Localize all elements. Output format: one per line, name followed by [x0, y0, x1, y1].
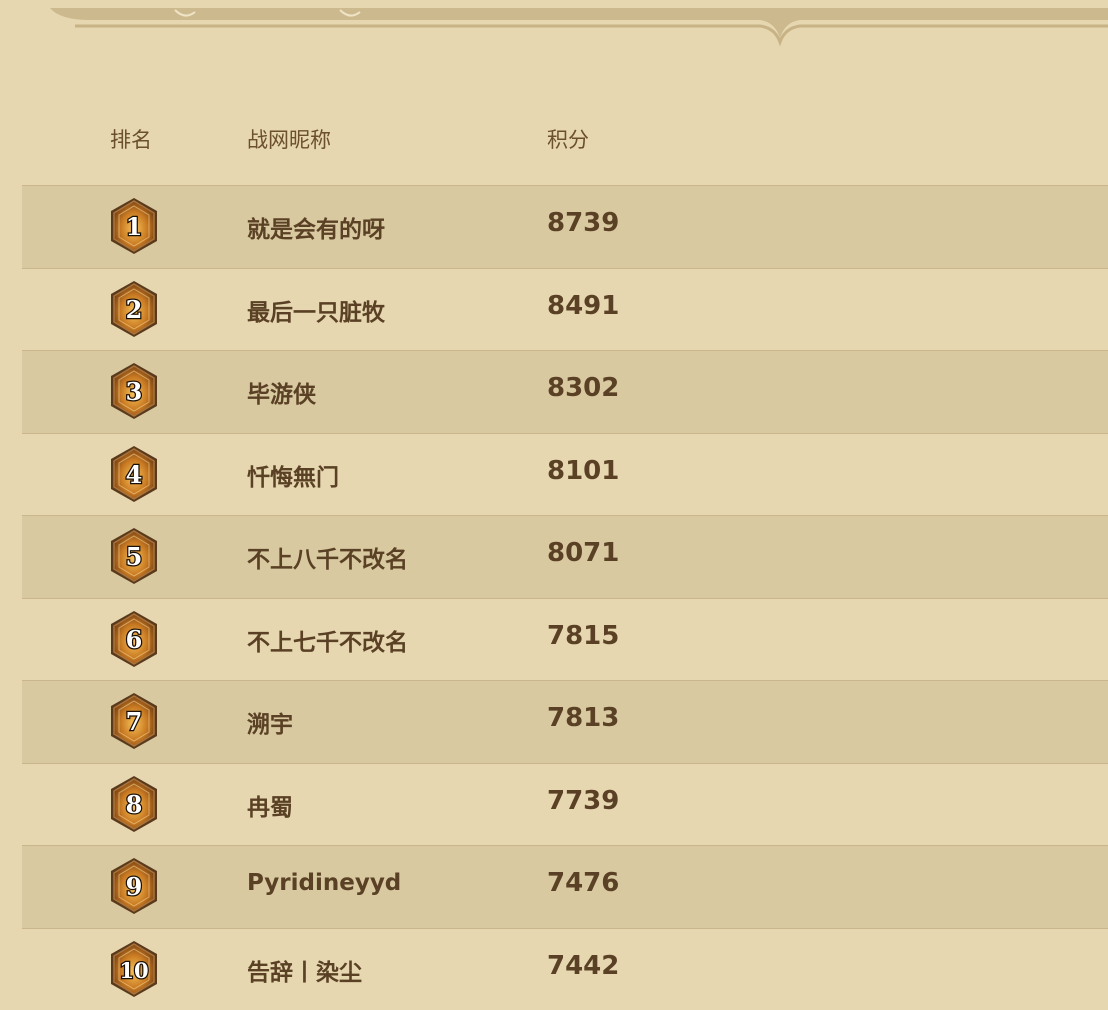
rank-badge-icon: 5	[108, 526, 160, 586]
leaderboard-table: 1 就是会有的呀 8739 2 最后一只脏牧 8491 3 毕游侠 8302 4…	[22, 185, 1108, 1010]
rank-badge-icon: 4	[108, 444, 160, 504]
player-name: 告辞丨染尘	[247, 953, 362, 987]
player-score: 7476	[547, 868, 619, 898]
table-row: 3 毕游侠 8302	[22, 350, 1108, 433]
player-name: Pyridineyyd	[247, 870, 401, 896]
table-row: 7 溯宇 7813	[22, 680, 1108, 763]
player-score: 8491	[547, 291, 619, 321]
table-row: 4 忏悔無门 8101	[22, 433, 1108, 516]
rank-number: 9	[126, 872, 143, 901]
player-score: 8739	[547, 208, 619, 238]
player-name: 忏悔無门	[247, 458, 339, 492]
player-name: 溯宇	[247, 705, 293, 739]
rank-badge-icon: 9	[108, 856, 160, 916]
decorative-top-border	[0, 0, 1108, 50]
table-row: 9 Pyridineyyd 7476	[22, 845, 1108, 928]
table-row: 5 不上八千不改名 8071	[22, 515, 1108, 598]
rank-badge-icon: 3	[108, 361, 160, 421]
score-column-header: 积分	[547, 124, 589, 154]
player-score: 7813	[547, 703, 619, 733]
player-name: 冉蜀	[247, 788, 293, 822]
rank-number: 2	[126, 295, 143, 324]
player-name: 不上七千不改名	[247, 623, 408, 657]
player-score: 8071	[547, 538, 619, 568]
table-row: 10 告辞丨染尘 7442	[22, 928, 1108, 1010]
player-name: 就是会有的呀	[247, 210, 385, 244]
table-row: 6 不上七千不改名 7815	[22, 598, 1108, 681]
rank-badge-icon: 8	[108, 774, 160, 834]
name-column-header: 战网昵称	[247, 124, 331, 154]
rank-number: 10	[119, 958, 148, 983]
table-row: 2 最后一只脏牧 8491	[22, 268, 1108, 351]
player-name: 不上八千不改名	[247, 540, 408, 574]
table-row: 1 就是会有的呀 8739	[22, 185, 1108, 268]
player-name: 毕游侠	[247, 375, 316, 409]
rank-number: 6	[126, 625, 143, 654]
rank-badge-icon: 1	[108, 196, 160, 256]
rank-badge-icon: 7	[108, 691, 160, 751]
rank-badge-icon: 2	[108, 279, 160, 339]
rank-badge-icon: 6	[108, 609, 160, 669]
rank-number: 3	[126, 377, 143, 406]
table-header: 排名 战网昵称 积分	[0, 118, 1108, 158]
player-score: 7739	[547, 786, 619, 816]
rank-number: 4	[126, 460, 143, 489]
player-name: 最后一只脏牧	[247, 293, 385, 327]
table-row: 8 冉蜀 7739	[22, 763, 1108, 846]
player-score: 7442	[547, 951, 619, 981]
rank-column-header: 排名	[110, 124, 152, 154]
rank-number: 7	[126, 707, 143, 736]
player-score: 8101	[547, 456, 619, 486]
rank-badge-icon: 10	[108, 939, 160, 999]
rank-number: 8	[126, 790, 143, 819]
player-score: 8302	[547, 373, 619, 403]
player-score: 7815	[547, 621, 619, 651]
rank-number: 5	[126, 542, 143, 571]
rank-number: 1	[126, 212, 143, 241]
